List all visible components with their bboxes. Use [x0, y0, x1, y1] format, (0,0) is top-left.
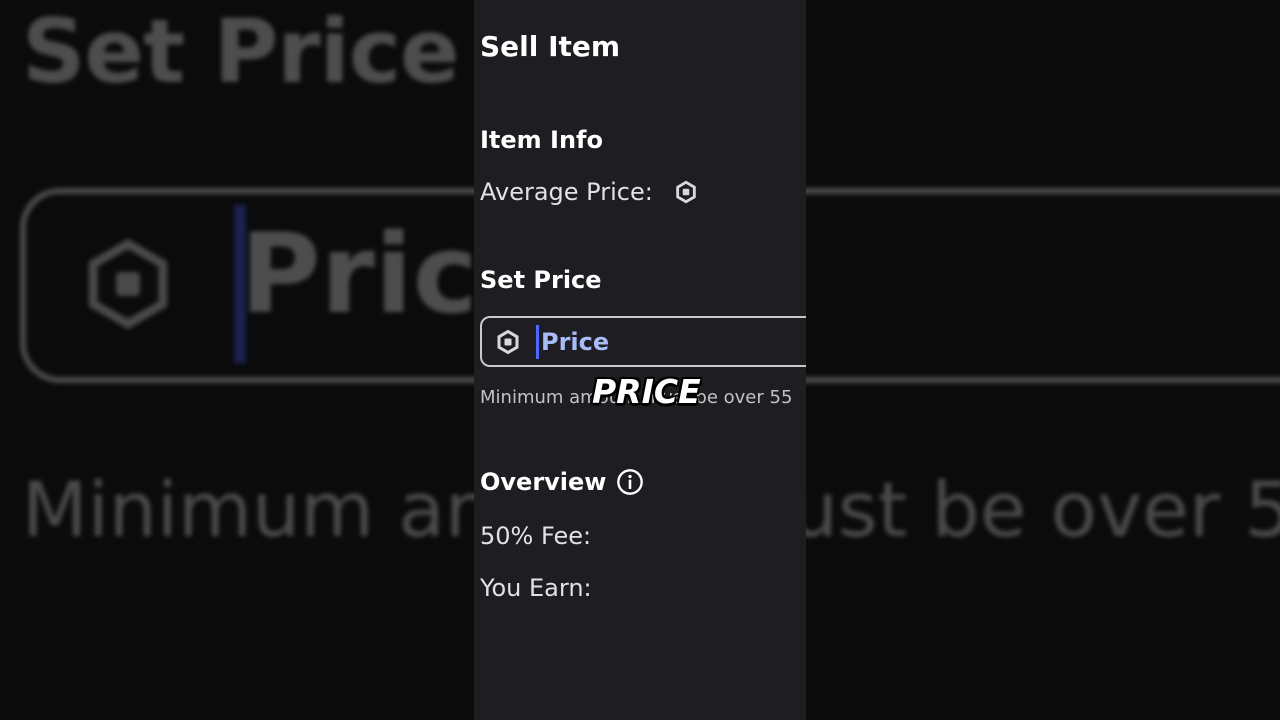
robux-icon: [497, 329, 519, 354]
background-title: Set Price: [22, 0, 460, 103]
page-title: Sell Item: [480, 30, 621, 63]
sell-item-panel: Sell Item Item Info Average Price: Set P…: [474, 0, 806, 720]
video-caption: PRICE: [591, 371, 702, 412]
average-price-label: Average Price:: [480, 178, 653, 206]
background-robux-icon: [88, 238, 168, 330]
text-caret: [536, 324, 539, 359]
overview-heading: Overview: [480, 468, 607, 496]
set-price-heading: Set Price: [480, 266, 602, 294]
average-price-row: Average Price:: [480, 178, 699, 206]
earn-row: You Earn:: [480, 574, 592, 602]
robux-icon: [676, 180, 696, 204]
fee-label: 50% Fee:: [480, 522, 592, 550]
info-icon[interactable]: [616, 468, 644, 496]
price-field[interactable]: [480, 316, 806, 367]
you-earn-label: You Earn:: [480, 574, 592, 602]
item-info-heading: Item Info: [480, 126, 603, 154]
price-input[interactable]: [541, 327, 771, 356]
fee-row: 50% Fee:: [480, 522, 591, 550]
overview-heading-row: Overview: [480, 468, 644, 496]
